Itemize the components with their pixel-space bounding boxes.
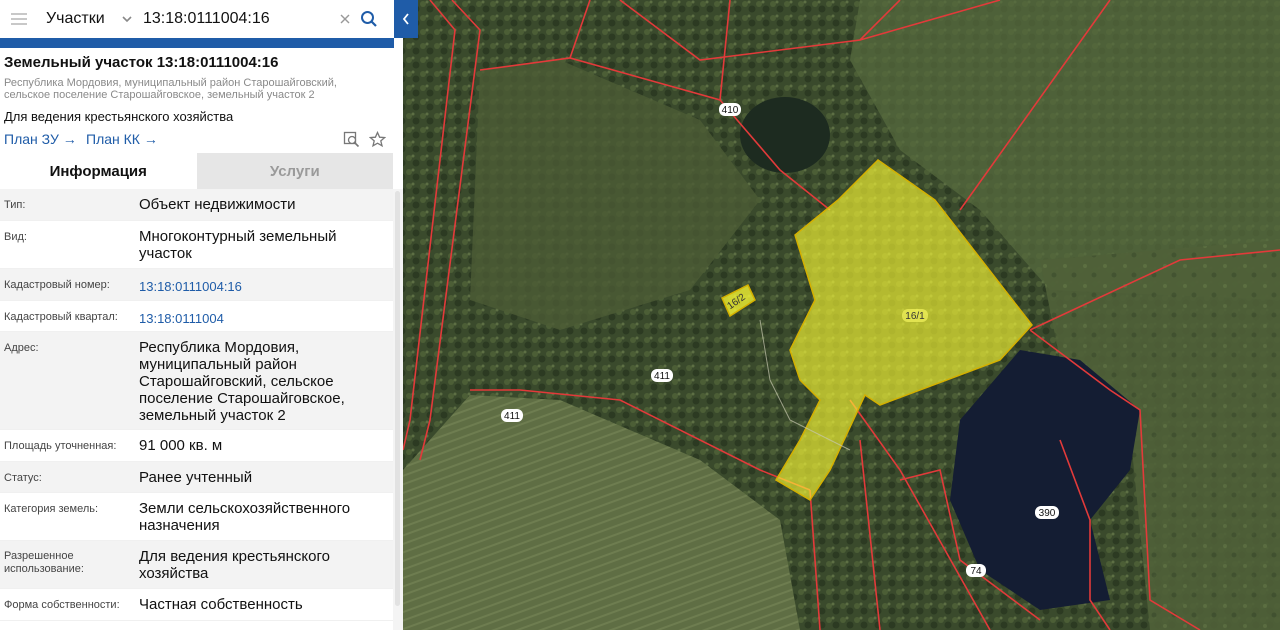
- parcel-address-line: Республика Мордовия, муниципальный район…: [4, 77, 337, 89]
- plot-label-74: 74: [970, 566, 982, 577]
- row-value: Республика Мордовия, муниципальный район…: [139, 339, 345, 424]
- table-row: Кадастровый квартал: 13:18:0111004: [0, 301, 393, 332]
- layer-select[interactable]: Участки: [46, 10, 112, 28]
- table-row: Кадастровый номер: 13:18:0111004:16: [0, 269, 393, 301]
- row-value: Объект недвижимости: [139, 196, 296, 213]
- chevron-down-icon[interactable]: [120, 12, 134, 26]
- row-label: Вид:: [4, 231, 27, 243]
- table-row: Форма собственности: Частная собственнос…: [0, 589, 393, 621]
- row-value: Для ведения крестьянского хозяйства: [139, 548, 330, 582]
- search-icon[interactable]: [360, 10, 378, 28]
- scrollbar[interactable]: [393, 189, 403, 630]
- row-label: Форма собственности:: [4, 599, 120, 611]
- table-row: Вид: Многоконтурный земельный участок: [0, 221, 393, 269]
- parcel-title: Земельный участок 13:18:0111004:16: [4, 54, 279, 71]
- row-value: 91 000 кв. м: [139, 437, 223, 454]
- table-row: Разрешенное использование: Для ведения к…: [0, 541, 393, 589]
- parcel-address-line: сельское поселение Старошайговское, земе…: [4, 89, 315, 101]
- plot-label-411a: 411: [654, 371, 670, 382]
- cadastral-number-link[interactable]: 13:18:0111004:16: [139, 269, 393, 300]
- row-label: Адрес:: [4, 342, 39, 354]
- info-table: Тип: Объект недвижимости Вид: Многоконту…: [0, 189, 393, 621]
- plan-zu-link[interactable]: План ЗУ →: [4, 131, 77, 147]
- row-value: Земли сельскохозяйственного назначения: [139, 500, 351, 534]
- table-row: Площадь уточненная: 91 000 кв. м: [0, 430, 393, 462]
- plot-label: 411: [651, 369, 673, 382]
- zoom-to-icon[interactable]: [343, 131, 360, 148]
- plot-label: 390: [1035, 506, 1059, 519]
- collapse-panel-button[interactable]: [394, 0, 418, 38]
- tab-info[interactable]: Информация: [0, 153, 197, 189]
- search-bar: Участки 13:18:0111004:16: [0, 0, 394, 38]
- table-row: Статус: Ранее учтенный: [0, 462, 393, 493]
- plot-label-390: 390: [1039, 508, 1056, 519]
- header-accent-bar: [0, 38, 394, 48]
- close-icon[interactable]: [339, 13, 351, 25]
- row-label: Тип:: [4, 199, 26, 211]
- parcel-address: Республика Мордовия, муниципальный район…: [4, 77, 384, 101]
- tab-services[interactable]: Услуги: [196, 153, 393, 189]
- star-icon[interactable]: [369, 131, 386, 148]
- row-label: Кадастровый номер:: [4, 279, 110, 291]
- chevron-left-icon: [402, 13, 409, 25]
- row-label: Площадь уточненная:: [4, 440, 117, 452]
- search-input[interactable]: 13:18:0111004:16: [143, 10, 339, 28]
- cadastral-quarter-link[interactable]: 13:18:0111004: [139, 301, 393, 331]
- info-panel: Участки 13:18:0111004:16 Земельный участ…: [0, 0, 403, 630]
- menu-icon[interactable]: [11, 13, 27, 25]
- parcel-links: План ЗУ → План КК →: [0, 129, 403, 153]
- table-row: Тип: Объект недвижимости: [0, 189, 393, 221]
- row-value: Многоконтурный земельный участок: [139, 228, 337, 262]
- plot-label-16-1: 16/1: [905, 311, 925, 322]
- scrollbar-thumb[interactable]: [395, 191, 400, 606]
- row-value: Ранее учтенный: [139, 469, 253, 486]
- plot-label: 16/1: [902, 309, 928, 322]
- parcel-purpose: Для ведения крестьянского хозяйства: [4, 109, 234, 124]
- plan-kk-link[interactable]: План КК →: [86, 131, 158, 147]
- table-row: Адрес: Республика Мордовия, муниципальны…: [0, 332, 393, 430]
- plot-label: 411: [501, 409, 523, 422]
- plot-label-410: 410: [722, 105, 739, 116]
- panel-tabs: Информация Услуги: [0, 153, 393, 189]
- row-value: Частная собственность: [139, 596, 303, 613]
- plot-label-411b: 411: [504, 411, 520, 422]
- row-label: Категория земель:: [4, 503, 99, 515]
- row-label: Разрешенное использование:: [4, 550, 84, 575]
- plot-label: 74: [966, 564, 986, 577]
- pond: [740, 97, 830, 173]
- row-label: Статус:: [4, 472, 42, 484]
- plot-label: 410: [719, 103, 741, 116]
- table-row: Категория земель: Земли сельскохозяйстве…: [0, 493, 393, 541]
- row-label: Кадастровый квартал:: [4, 311, 118, 323]
